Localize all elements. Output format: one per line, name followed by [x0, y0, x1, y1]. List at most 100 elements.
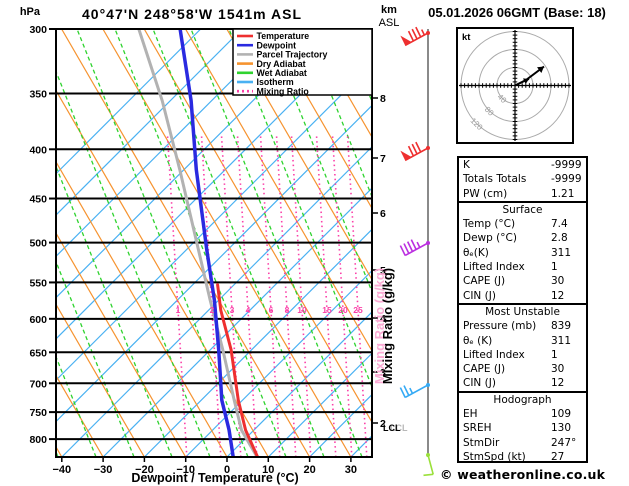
- barb-attach-dot: [426, 241, 430, 245]
- pressure-unit-label: hPa: [20, 6, 41, 18]
- row-label: Dewp (°C): [463, 232, 517, 245]
- table-row: θₑ(K) 311: [459, 246, 586, 260]
- temp-tick-label: −40: [52, 464, 71, 476]
- row-value: 12: [551, 289, 565, 302]
- table-section-title: Hodograph: [493, 393, 552, 406]
- row-value: 30: [551, 275, 565, 288]
- row-label: SREH: [463, 422, 492, 435]
- row-label: Lifted Index: [463, 261, 525, 274]
- row-value: 311: [551, 246, 572, 259]
- mixing-axis-title: Mixing Ratio (g/kg): [380, 268, 395, 384]
- legend-box: TemperatureDewpointParcel TrajectoryDry …: [232, 28, 373, 96]
- pressure-tick-label: 800: [29, 434, 47, 446]
- mixing-ratio-value-label: 8: [285, 305, 290, 315]
- table-row: StmSpd (kt) 27: [459, 450, 586, 464]
- row-value: 2.8: [551, 232, 568, 245]
- table-row: Totals Totals -9999: [459, 172, 586, 186]
- pressure-tick-label: 400: [29, 144, 47, 156]
- wind-barb: [423, 453, 434, 477]
- asl-unit-label: ASL: [379, 17, 400, 29]
- wind-barb: [399, 239, 430, 257]
- row-label: Pressure (mb): [463, 320, 537, 333]
- wind-barb-staff: [399, 26, 434, 477]
- row-label: CIN (J): [463, 289, 496, 302]
- temp-tick-label: −30: [94, 464, 113, 476]
- row-value: 1: [551, 261, 558, 274]
- barb-feather-full: [403, 243, 410, 254]
- mixing-ratio-value-label: 4: [246, 305, 251, 315]
- indices-table: K -9999 Totals Totals -9999 PW (cm) 1.21 Surfa…: [457, 156, 588, 463]
- wet-adiabat-line: [0, 29, 20, 457]
- pressure-tick-label: 750: [29, 407, 47, 419]
- pressure-tick-label: 650: [29, 347, 47, 359]
- copyright-footer: © weatheronline.co.uk: [440, 467, 606, 482]
- barb-shaft: [404, 147, 429, 162]
- table-row: K -9999: [459, 158, 586, 172]
- row-label: StmDir: [463, 436, 500, 449]
- table-row: Dewp (°C) 2.8: [459, 231, 586, 245]
- table-section: Most Unstable Pressure (mb) 839 θₑ (K) 311 Li…: [459, 302, 586, 391]
- row-label: CIN (J): [463, 377, 496, 390]
- barb-feather-half: [416, 241, 421, 248]
- barb-feather-full: [410, 239, 417, 250]
- row-value: 839: [551, 320, 572, 333]
- barb-feather-full: [423, 473, 434, 477]
- mixing-ratio-line-labels: 1 2 3 4 6 8 10 15 20 25: [176, 305, 363, 315]
- mixing-ratio-value-label: 20: [338, 305, 348, 315]
- pressure-tick-label: 500: [29, 238, 47, 250]
- legend-label: Mixing Ratio: [257, 86, 310, 96]
- km-unit-label: km: [381, 4, 397, 16]
- temp-tick-label: 30: [345, 464, 357, 476]
- table-row: Temp (°C) 7.4: [459, 217, 586, 231]
- pressure-tick-label: 300: [29, 24, 47, 36]
- temp-axis-title: Dewpoint / Temperature (°C): [131, 471, 298, 485]
- mixing-ratio-line: [315, 134, 337, 457]
- row-value: 311: [551, 334, 572, 347]
- row-value: 27: [551, 450, 565, 463]
- row-label: Lifted Index: [463, 348, 525, 361]
- row-value: 12: [551, 377, 565, 390]
- barb-attach-dot: [426, 383, 430, 387]
- table-row: CAPE (J) 30: [459, 274, 586, 288]
- table-section: Surface Temp (°C) 7.4 Dewp (°C) 2.8 θₑ(K) 311 L…: [459, 200, 586, 303]
- row-label: θₑ(K): [463, 246, 489, 259]
- table-row: PW (cm) 1.21: [459, 187, 586, 201]
- km-tick-label: 7: [380, 153, 386, 165]
- barb-flag: [400, 150, 412, 161]
- table-row: θₑ (K) 311: [459, 334, 586, 348]
- km-tick-label: 8: [380, 93, 386, 105]
- table-row: Pressure (mb) 839: [459, 319, 586, 333]
- barb-attach-dot: [426, 31, 430, 35]
- row-value: 1: [551, 348, 558, 361]
- row-label: θₑ (K): [463, 334, 493, 347]
- wind-barb: [399, 383, 430, 399]
- station-title: 40°47'N 248°58'W 1541m ASL: [82, 6, 302, 22]
- mixing-ratio-value-label: 25: [353, 305, 363, 315]
- barb-feather-full: [399, 387, 406, 398]
- table-row: Lifted Index 1: [459, 260, 586, 274]
- barb-feather-full: [411, 143, 418, 155]
- barb-feather-full: [399, 245, 406, 256]
- row-label: EH: [463, 408, 478, 421]
- lcl-label: LCL: [383, 423, 401, 433]
- row-value: 30: [551, 363, 565, 376]
- row-label: CAPE (J): [463, 275, 506, 288]
- row-label: Totals Totals: [463, 173, 527, 186]
- barb-attach-dot: [426, 146, 430, 150]
- table-row: EH 109: [459, 407, 586, 421]
- barb-shaft: [427, 454, 434, 475]
- row-value: 130: [551, 422, 572, 435]
- table-row: CIN (J) 12: [459, 376, 586, 390]
- wind-barb: [400, 141, 430, 162]
- row-value: 109: [551, 408, 572, 421]
- barb-feather-full: [415, 26, 422, 38]
- row-label: K: [463, 159, 470, 171]
- barb-shaft: [404, 384, 429, 399]
- row-value: -9999: [551, 159, 582, 171]
- mixing-ratio-value-label: 10: [297, 305, 307, 315]
- mixing-ratio-value-label: 6: [269, 305, 274, 315]
- row-value: 1.21: [551, 187, 575, 200]
- barb-attach-dot: [426, 453, 430, 457]
- row-label: Temp (°C): [463, 218, 516, 231]
- table-row: CAPE (J) 30: [459, 362, 586, 376]
